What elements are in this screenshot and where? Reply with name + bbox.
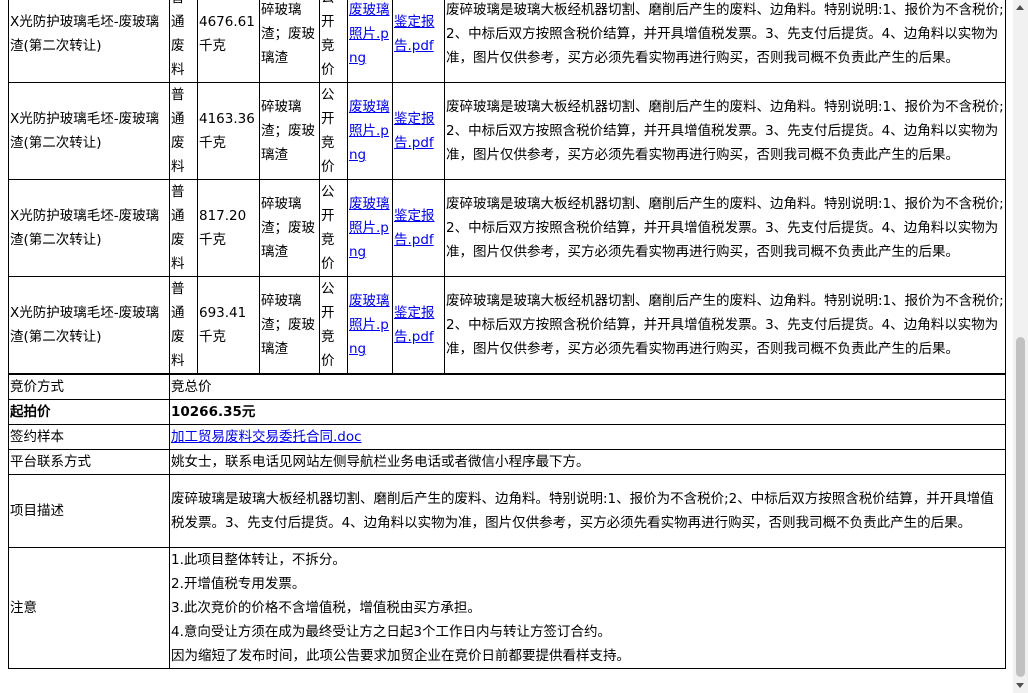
report-link[interactable]: 鉴定报告.pdf xyxy=(394,111,435,151)
lot-table: X光防护玻璃毛坯-废玻璃渣(第二次转让) 普通废料 4676.61千克 碎玻璃渣… xyxy=(8,0,1006,374)
lot-photo-cell: 废玻璃照片.png xyxy=(347,276,393,374)
project-desc-value: 废碎玻璃是玻璃大板经机器切割、磨削后产生的废料、边角料。特别说明:1、报价为不含… xyxy=(169,474,1006,548)
start-price-label: 起拍价 xyxy=(8,399,170,425)
lot-name: X光防护玻璃毛坯-废玻璃渣(第二次转让) xyxy=(8,0,170,83)
scrollbar-thumb[interactable] xyxy=(1016,337,1025,677)
project-desc-label: 项目描述 xyxy=(8,474,170,548)
table-row: X光防护玻璃毛坯-废玻璃渣(第二次转让) 普通废料 4676.61千克 碎玻璃渣… xyxy=(8,0,1006,83)
bid-method-label: 竞价方式 xyxy=(8,374,170,400)
lot-weight: 4163.36千克 xyxy=(197,82,260,180)
report-link[interactable]: 鉴定报告.pdf xyxy=(394,208,435,248)
notes-label: 注意 xyxy=(8,547,170,669)
info-row-notes: 注意 1.此项目整体转让，不拆分。 2.开增值税专用发票。 3.此次竞价的价格不… xyxy=(8,547,1006,669)
contract-cell: 加工贸易废料交易委托合同.doc xyxy=(169,424,1006,450)
contract-label: 签约样本 xyxy=(8,424,170,450)
lot-photo-cell: 废玻璃照片.png xyxy=(347,179,393,277)
info-row-start-price: 起拍价 10266.35元 xyxy=(8,399,1006,425)
lot-description: 废碎玻璃是玻璃大板经机器切割、磨削后产生的废料、边角料。特别说明:1、报价为不含… xyxy=(444,0,1006,83)
lot-category: 碎玻璃渣；废玻璃渣 xyxy=(259,179,320,277)
lot-type: 普通废料 xyxy=(169,179,198,277)
note-line: 因为缩短了发布时间，此项公告要求加贸企业在竞价日前都要提供看样支持。 xyxy=(171,648,630,664)
lot-weight: 817.20千克 xyxy=(197,179,260,277)
info-row-contract: 签约样本 加工贸易废料交易委托合同.doc xyxy=(8,424,1006,450)
photo-link[interactable]: 废玻璃照片.png xyxy=(349,2,390,66)
photo-link[interactable]: 废玻璃照片.png xyxy=(349,99,390,163)
vertical-scrollbar[interactable] xyxy=(1013,0,1028,693)
start-price-value: 10266.35元 xyxy=(169,399,1006,425)
note-line: 4.意向受让方须在成为最终受让方之日起3个工作日内与转让方签订合约。 xyxy=(171,624,611,640)
contract-sample-link[interactable]: 加工贸易废料交易委托合同.doc xyxy=(171,429,362,445)
lot-table-body: X光防护玻璃毛坯-废玻璃渣(第二次转让) 普通废料 4676.61千克 碎玻璃渣… xyxy=(8,0,1006,374)
lot-report-cell: 鉴定报告.pdf xyxy=(392,179,445,277)
note-line: 2.开增值税专用发票。 xyxy=(171,576,306,592)
lot-weight: 4676.61千克 xyxy=(197,0,260,83)
bid-method-value: 竞总价 xyxy=(169,374,1006,400)
page-content: X光防护玻璃毛坯-废玻璃渣(第二次转让) 普通废料 4676.61千克 碎玻璃渣… xyxy=(8,0,1006,669)
page-viewport: X光防护玻璃毛坯-废玻璃渣(第二次转让) 普通废料 4676.61千克 碎玻璃渣… xyxy=(0,0,1013,693)
info-row-bid-method: 竞价方式 竞总价 xyxy=(8,374,1006,400)
lot-name: X光防护玻璃毛坯-废玻璃渣(第二次转让) xyxy=(8,179,170,277)
info-row-contact: 平台联系方式 姚女士，联系电话见网站左侧导航栏业务电话或者微信小程序最下方。 xyxy=(8,449,1006,475)
info-row-project-desc: 项目描述 废碎玻璃是玻璃大板经机器切割、磨削后产生的废料、边角料。特别说明:1、… xyxy=(8,474,1006,548)
lot-method: 公开竞价 xyxy=(319,0,348,83)
scroll-down-arrow-icon[interactable] xyxy=(1013,678,1028,693)
lot-weight: 693.41千克 xyxy=(197,276,260,374)
info-table: 竞价方式 竞总价 起拍价 10266.35元 签约样本 加工贸易废料交易委托合同… xyxy=(8,374,1006,669)
scroll-up-arrow-icon[interactable] xyxy=(1013,0,1028,15)
photo-link[interactable]: 废玻璃照片.png xyxy=(349,196,390,260)
report-link[interactable]: 鉴定报告.pdf xyxy=(394,305,435,345)
lot-method: 公开竞价 xyxy=(319,276,348,374)
lot-photo-cell: 废玻璃照片.png xyxy=(347,0,393,83)
notes-cell: 1.此项目整体转让，不拆分。 2.开增值税专用发票。 3.此次竞价的价格不含增值… xyxy=(169,547,1006,669)
contact-label: 平台联系方式 xyxy=(8,449,170,475)
lot-type: 普通废料 xyxy=(169,0,198,83)
lot-name: X光防护玻璃毛坯-废玻璃渣(第二次转让) xyxy=(8,82,170,180)
lot-name: X光防护玻璃毛坯-废玻璃渣(第二次转让) xyxy=(8,276,170,374)
lot-description: 废碎玻璃是玻璃大板经机器切割、磨削后产生的废料、边角料。特别说明:1、报价为不含… xyxy=(444,82,1006,180)
report-link[interactable]: 鉴定报告.pdf xyxy=(394,14,435,54)
table-row: X光防护玻璃毛坯-废玻璃渣(第二次转让) 普通废料 693.41千克 碎玻璃渣；… xyxy=(8,276,1006,374)
lot-method: 公开竞价 xyxy=(319,179,348,277)
lot-description: 废碎玻璃是玻璃大板经机器切割、磨削后产生的废料、边角料。特别说明:1、报价为不含… xyxy=(444,276,1006,374)
lot-description: 废碎玻璃是玻璃大板经机器切割、磨削后产生的废料、边角料。特别说明:1、报价为不含… xyxy=(444,179,1006,277)
lot-type: 普通废料 xyxy=(169,276,198,374)
lot-method: 公开竞价 xyxy=(319,82,348,180)
note-line: 1.此项目整体转让，不拆分。 xyxy=(171,552,346,568)
contact-value: 姚女士，联系电话见网站左侧导航栏业务电话或者微信小程序最下方。 xyxy=(169,449,1006,475)
lot-category: 碎玻璃渣；废玻璃渣 xyxy=(259,0,320,83)
table-row: X光防护玻璃毛坯-废玻璃渣(第二次转让) 普通废料 817.20千克 碎玻璃渣；… xyxy=(8,179,1006,277)
photo-link[interactable]: 废玻璃照片.png xyxy=(349,293,390,357)
table-row: X光防护玻璃毛坯-废玻璃渣(第二次转让) 普通废料 4163.36千克 碎玻璃渣… xyxy=(8,82,1006,180)
lot-photo-cell: 废玻璃照片.png xyxy=(347,82,393,180)
lot-category: 碎玻璃渣；废玻璃渣 xyxy=(259,82,320,180)
note-line: 3.此次竞价的价格不含增值税，增值税由买方承担。 xyxy=(171,600,481,616)
lot-report-cell: 鉴定报告.pdf xyxy=(392,82,445,180)
lot-report-cell: 鉴定报告.pdf xyxy=(392,0,445,83)
lot-category: 碎玻璃渣；废玻璃渣 xyxy=(259,276,320,374)
lot-report-cell: 鉴定报告.pdf xyxy=(392,276,445,374)
lot-type: 普通废料 xyxy=(169,82,198,180)
